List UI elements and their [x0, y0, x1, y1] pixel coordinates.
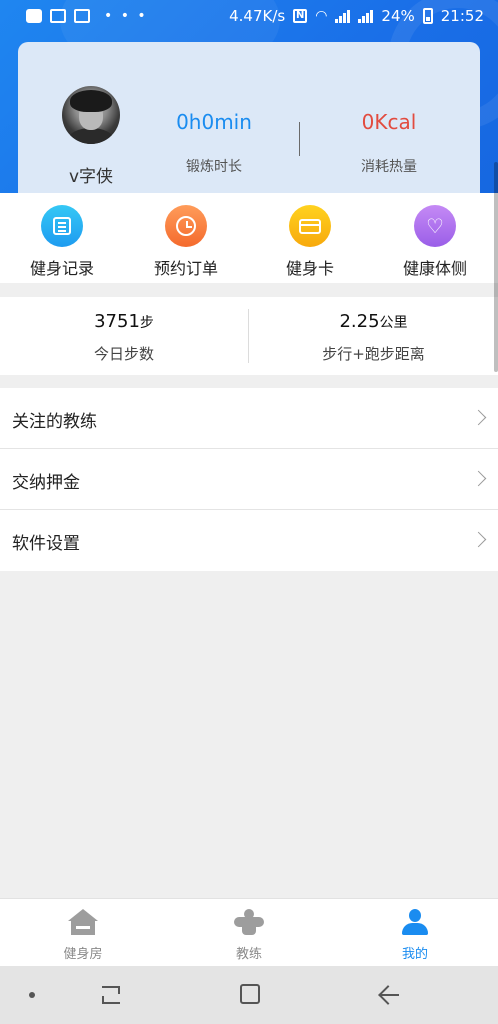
- list-item-label: 软件设置: [12, 534, 80, 554]
- tab-gym[interactable]: 健身房: [0, 899, 166, 966]
- status-bar: • • • 4.47K/s N ◠ 24% 21:52: [0, 0, 498, 32]
- user-icon: [400, 909, 430, 935]
- quick-item-label: 健身记录: [29, 259, 94, 278]
- quick-item-label: 健身卡: [285, 259, 334, 278]
- clock-icon: [165, 205, 207, 247]
- tab-label: 教练: [235, 947, 262, 962]
- list-item-followed-coaches[interactable]: 关注的教练: [0, 388, 498, 449]
- tab-label: 健身房: [63, 947, 103, 962]
- message-icon: [26, 9, 42, 23]
- battery-icon: [422, 8, 433, 24]
- system-nav-bar: [0, 966, 498, 1024]
- recent-apps-icon[interactable]: [100, 984, 120, 1004]
- clock-time: 21:52: [440, 7, 484, 25]
- steps-panel: 3751步 今日步数 2.25公里 步行+跑步距离: [0, 297, 498, 375]
- steps-value: 3751步: [94, 311, 154, 332]
- battery-percent: 24%: [381, 7, 415, 25]
- tab-label: 我的: [401, 947, 428, 962]
- signal-icon: [335, 9, 351, 23]
- list-item-app-settings[interactable]: 软件设置: [0, 510, 498, 571]
- steps-today: 3751步 今日步数: [0, 297, 248, 375]
- quick-menu: 健身记录 预约订单 健身卡 ♡ 健康体侧: [0, 193, 498, 283]
- steps-label: 今日步数: [93, 345, 154, 363]
- list-item-label: 关注的教练: [12, 412, 97, 432]
- quick-item-fitness-record[interactable]: 健身记录: [0, 193, 124, 283]
- divider: [299, 122, 300, 156]
- walk-run-distance: 2.25公里 步行+跑步距离: [249, 297, 498, 375]
- bottom-tab-bar: 健身房 教练 我的: [0, 898, 498, 966]
- gallery-icon: [50, 9, 66, 23]
- chevron-right-icon: [470, 470, 487, 487]
- tab-coach[interactable]: 教练: [166, 899, 332, 966]
- username: v字侠: [68, 167, 114, 187]
- exercise-duration-value: 0h0min: [176, 110, 252, 134]
- card-icon: [289, 205, 331, 247]
- calories-value: 0Kcal: [361, 110, 417, 134]
- profile-card: v字侠 0h0min 锻炼时长 0Kcal 消耗热量: [18, 42, 480, 200]
- chevron-right-icon: [470, 409, 487, 426]
- chevron-right-icon: [470, 531, 487, 548]
- settings-list: 关注的教练 交纳押金 软件设置: [0, 388, 498, 571]
- quick-item-health-test[interactable]: ♡ 健康体侧: [372, 193, 498, 283]
- fitness-record-icon: [41, 205, 83, 247]
- calories-label: 消耗热量: [361, 159, 417, 175]
- home-icon[interactable]: [240, 984, 260, 1004]
- more-notifications-icon: • • •: [104, 8, 148, 24]
- nfc-icon: N: [293, 9, 308, 23]
- list-item-label: 交纳押金: [12, 473, 80, 493]
- list-item-deposit[interactable]: 交纳押金: [0, 449, 498, 510]
- signal-icon: [358, 9, 374, 23]
- scrollbar[interactable]: [494, 162, 498, 372]
- avatar[interactable]: [62, 86, 120, 144]
- network-speed: 4.47K/s: [229, 7, 286, 25]
- coach-icon: [234, 909, 264, 935]
- distance-label: 步行+跑步距离: [322, 345, 425, 363]
- quick-item-fitness-card[interactable]: 健身卡: [248, 193, 372, 283]
- quick-item-booking-orders[interactable]: 预约订单: [124, 193, 248, 283]
- distance-value: 2.25公里: [339, 311, 408, 332]
- document-icon: [74, 9, 90, 23]
- wifi-icon: ◠: [315, 8, 328, 24]
- back-arrow-icon[interactable]: [378, 986, 400, 1004]
- heart-icon: ♡: [414, 205, 456, 247]
- nav-dot-icon[interactable]: [29, 992, 35, 998]
- quick-item-label: 预约订单: [153, 259, 218, 278]
- quick-item-label: 健康体侧: [402, 259, 467, 278]
- gym-home-icon: [68, 909, 98, 935]
- exercise-duration-label: 锻炼时长: [186, 159, 242, 175]
- tab-me[interactable]: 我的: [332, 899, 498, 966]
